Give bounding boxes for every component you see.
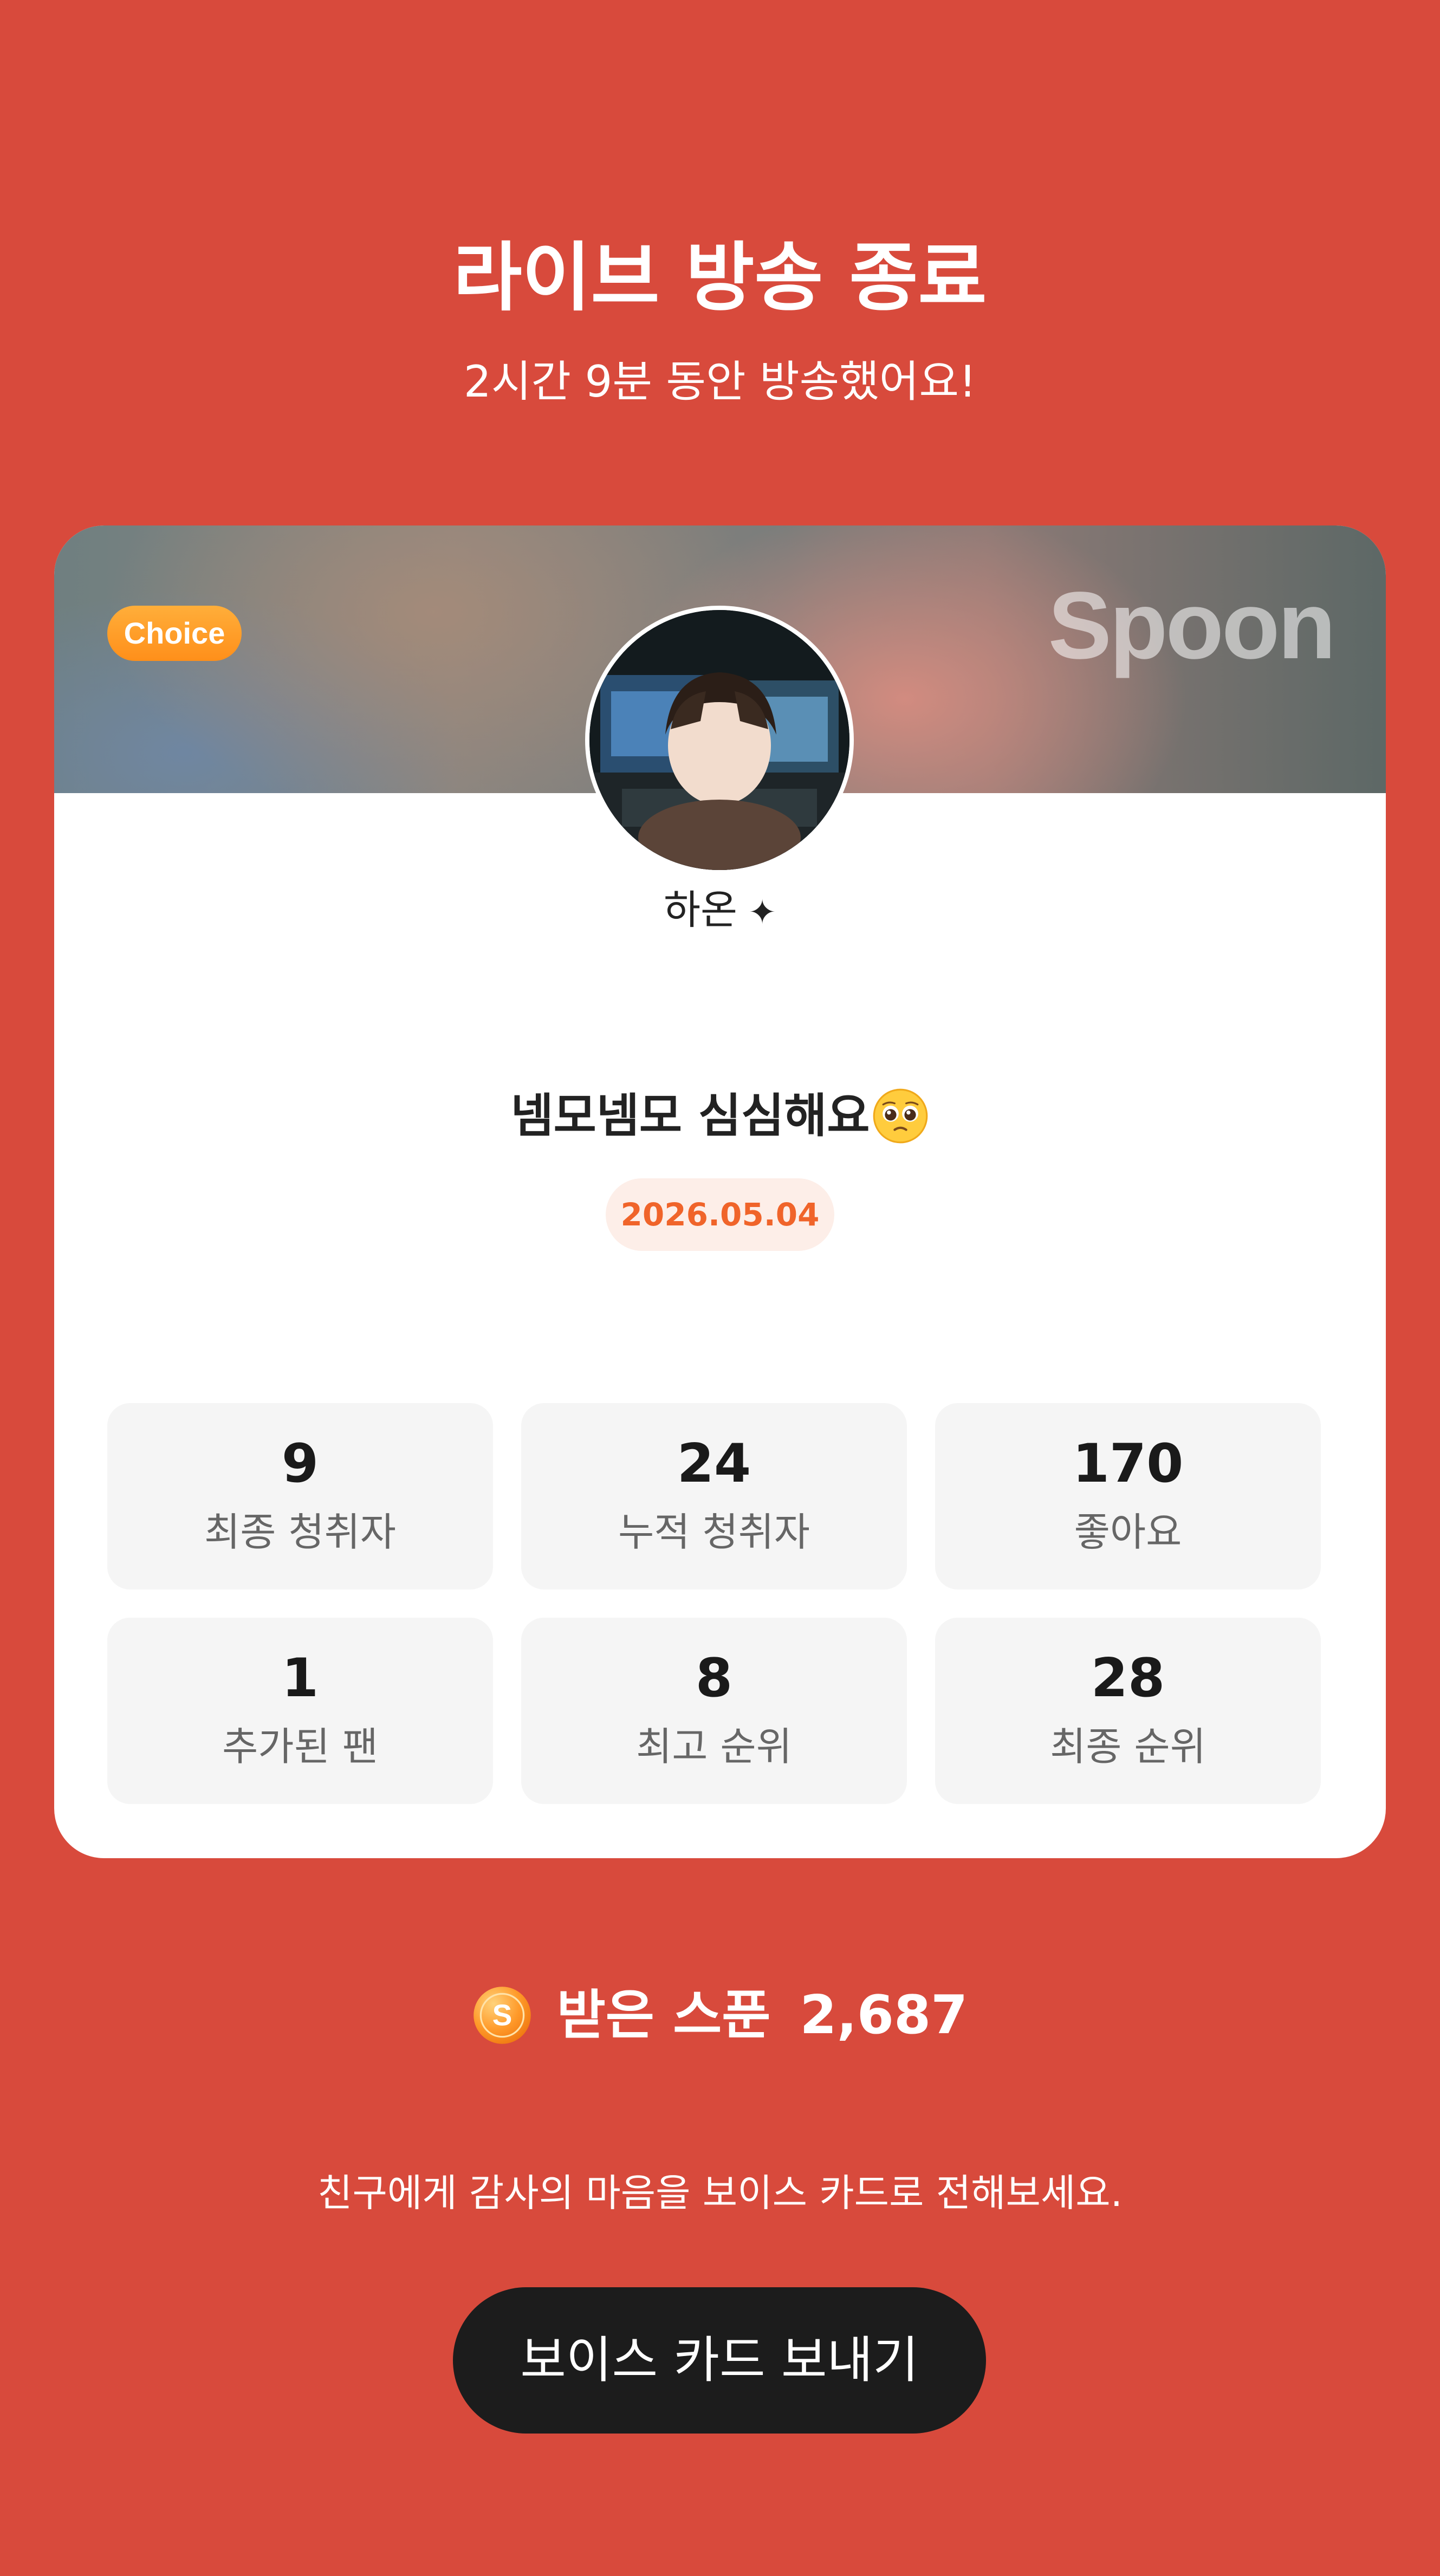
choice-badge: Choice: [107, 606, 242, 661]
stat-label: 최종 순위: [1050, 1724, 1206, 1769]
pleading-face-emoji: [873, 1088, 928, 1143]
stat-value: 1: [281, 1647, 319, 1709]
stat-value: 24: [677, 1433, 751, 1495]
stat-label: 최고 순위: [636, 1724, 792, 1769]
stat-final-rank: 28 최종 순위: [935, 1618, 1321, 1804]
date-badge: 2026.05.04: [606, 1178, 834, 1251]
host-avatar[interactable]: [585, 606, 854, 874]
stat-value: 9: [281, 1433, 319, 1495]
stat-final-listeners: 9 최종 청취자: [107, 1403, 493, 1589]
spoon-logo: Spoon: [1048, 573, 1336, 679]
broadcast-summary-card: Choice Spoon 하온 ✦ 넴모넴모 심심해요 2026.05.04 9…: [54, 525, 1386, 1858]
stat-value: 28: [1091, 1647, 1165, 1709]
send-voice-card-button[interactable]: 보이스 카드 보내기: [453, 2287, 986, 2434]
svg-text:S: S: [492, 1998, 512, 2032]
page-subtitle: 2시간 9분 동안 방송했어요!: [463, 356, 977, 407]
stat-label: 좋아요: [1074, 1509, 1182, 1555]
voice-card-message: 친구에게 감사의 마음을 보이스 카드로 전해보세요.: [317, 2171, 1123, 2215]
host-name: 하온: [663, 887, 738, 933]
live-title: 넴모넴모 심심해요: [510, 1089, 870, 1143]
stat-new-fans: 1 추가된 팬: [107, 1618, 493, 1804]
stat-total-listeners: 24 누적 청취자: [521, 1403, 907, 1589]
stat-likes: 170 좋아요: [935, 1403, 1321, 1589]
spoon-coin-icon: S: [473, 1987, 531, 2044]
stat-value: 8: [695, 1647, 733, 1709]
received-spoons-label: 받은 스푼: [556, 1984, 771, 2046]
received-spoons-row: S 받은 스푼 2,687: [0, 1977, 1440, 2053]
host-name-row: 하온 ✦: [54, 883, 1386, 939]
stat-best-rank: 8 최고 순위: [521, 1618, 907, 1804]
stat-label: 누적 청취자: [618, 1509, 810, 1555]
stat-label: 추가된 팬: [222, 1724, 378, 1769]
stat-value: 170: [1072, 1433, 1184, 1495]
live-title-row: 넴모넴모 심심해요: [54, 1083, 1386, 1149]
avatar-image: [589, 610, 849, 870]
page-title: 라이브 방송 종료: [453, 234, 987, 321]
sparkle-icon: ✦: [748, 892, 777, 932]
received-spoons-value: 2,687: [800, 1984, 968, 2046]
stat-label: 최종 청취자: [204, 1509, 397, 1555]
